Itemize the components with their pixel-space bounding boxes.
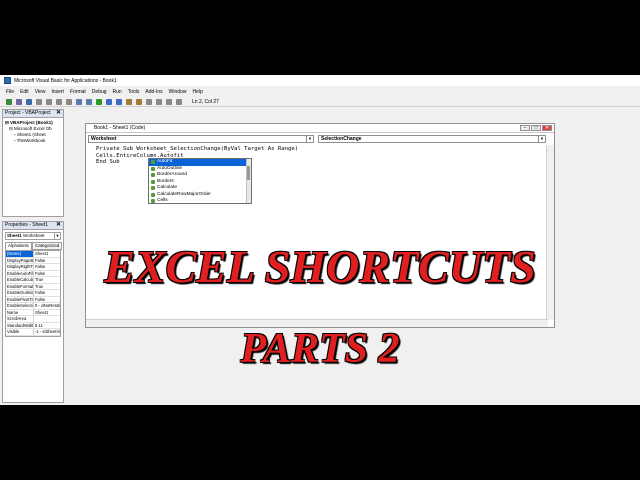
run-icon[interactable] <box>96 98 102 105</box>
project-pane-title: Project - VBAProject <box>5 110 51 116</box>
property-value[interactable]: Sheet1 <box>34 310 48 316</box>
project-pane-header: Project - VBAProject ✕ <box>3 110 63 118</box>
menu-tools[interactable]: Tools <box>128 89 140 95</box>
method-icon <box>151 173 155 178</box>
copy-icon[interactable] <box>46 98 52 105</box>
object-browser-icon[interactable] <box>156 98 162 105</box>
method-icon <box>151 192 155 197</box>
chevron-down-icon: ▼ <box>306 136 313 142</box>
menu-file[interactable]: File <box>6 89 14 95</box>
close-icon[interactable]: ✕ <box>55 110 62 117</box>
menu-bar: File Edit View Insert Format Debug Run T… <box>0 87 640 96</box>
overlay-subtitle: PARTS 2 <box>240 326 400 372</box>
method-icon <box>151 186 155 191</box>
design-mode-icon[interactable] <box>126 98 132 105</box>
properties-pane-header: Properties - Sheet1 ✕ <box>3 222 63 230</box>
method-icon <box>151 199 155 203</box>
cut-icon[interactable] <box>36 98 42 105</box>
property-value[interactable]: 0 - xlNoRestri <box>34 303 60 309</box>
object-selector[interactable]: Sheet1 Worksheet ▼ <box>5 232 61 240</box>
redo-icon[interactable] <box>86 98 92 105</box>
toolbox-icon[interactable] <box>166 98 172 105</box>
menu-debug[interactable]: Debug <box>92 89 107 95</box>
menu-add-ins[interactable]: Add-Ins <box>145 89 162 95</box>
method-icon <box>151 166 155 171</box>
vba-app-icon <box>4 77 11 84</box>
menu-window[interactable]: Window <box>169 89 187 95</box>
close-icon[interactable]: ✕ <box>542 125 552 131</box>
project-tree: ⊟ VBAProject (Book1) ⊟ Microsoft Excel O… <box>3 118 63 146</box>
minimize-icon[interactable]: – <box>520 125 530 131</box>
chevron-down-icon: ▼ <box>538 136 545 142</box>
property-name: Name <box>6 309 34 315</box>
code-window: Book1 - Sheet1 (Code) – □ ✕ Worksheet ▼ … <box>85 123 555 328</box>
overlay-title: EXCEL SHORTCUTS <box>104 241 536 292</box>
menu-edit[interactable]: Edit <box>20 89 29 95</box>
code-window-titlebar: Book1 - Sheet1 (Code) – □ ✕ <box>86 124 554 133</box>
paste-icon[interactable] <box>56 98 62 105</box>
autocomplete-item-label: Cells <box>157 198 168 203</box>
procedure-combo[interactable]: SelectionChange ▼ <box>318 135 546 143</box>
help-icon[interactable] <box>176 98 182 105</box>
project-explorer-pane: Project - VBAProject ✕ ⊟ VBAProject (Boo… <box>2 109 64 217</box>
chevron-down-icon: ▼ <box>54 233 60 239</box>
standard-toolbar: Ln 2, Col 27 <box>0 97 640 107</box>
method-icon <box>151 179 155 184</box>
view-excel-icon[interactable] <box>6 98 12 105</box>
undo-icon[interactable] <box>76 98 82 105</box>
object-combo[interactable]: Worksheet ▼ <box>88 135 314 143</box>
project-explorer-icon[interactable] <box>136 98 142 105</box>
insert-module-icon[interactable] <box>16 98 22 105</box>
close-icon[interactable]: ✕ <box>55 222 62 229</box>
property-name: EnableSelection <box>7 303 34 309</box>
method-icon <box>151 160 155 165</box>
property-name: ScrollArea <box>6 316 34 322</box>
autocomplete-list[interactable]: AutoFit AutoOutline BorderAround Borders Cal… <box>148 158 252 204</box>
properties-pane-title: Properties - Sheet1 <box>5 222 49 228</box>
properties-window-icon[interactable] <box>146 98 152 105</box>
save-icon[interactable] <box>26 98 32 105</box>
menu-view[interactable]: View <box>35 89 46 95</box>
vertical-scrollbar[interactable] <box>546 145 554 320</box>
autocomplete-scroll-thumb[interactable] <box>247 166 250 180</box>
find-icon[interactable] <box>66 98 72 105</box>
window-title: Microsoft Visual Basic for Applications … <box>14 77 117 84</box>
title-bar: Microsoft Visual Basic for Applications … <box>0 75 640 86</box>
menu-format[interactable]: Format <box>70 89 86 95</box>
property-name: EnablePivotTab <box>7 296 34 302</box>
tree-item-thisworkbook[interactable]: ▫ ThisWorkbook <box>5 138 61 144</box>
autocomplete-item[interactable]: Cells <box>149 198 251 203</box>
cursor-position: Ln 2, Col 27 <box>192 98 219 105</box>
property-value[interactable]: False <box>34 297 45 303</box>
break-icon[interactable] <box>106 98 112 105</box>
code-window-title: Book1 - Sheet1 (Code) <box>94 125 146 131</box>
menu-help[interactable]: Help <box>192 89 202 95</box>
menu-insert[interactable]: Insert <box>51 89 64 95</box>
menu-run[interactable]: Run <box>113 89 122 95</box>
maximize-icon[interactable]: □ <box>531 125 541 131</box>
property-value[interactable] <box>34 316 35 322</box>
reset-icon[interactable] <box>116 98 122 105</box>
